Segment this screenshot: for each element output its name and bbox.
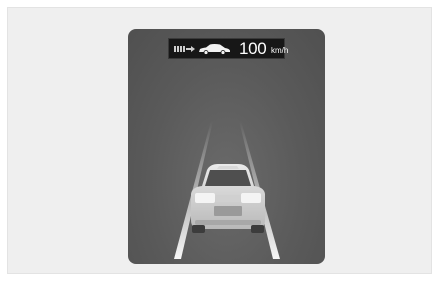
instrument-cluster: 100 km/h — [128, 29, 325, 264]
own-vehicle-rear-view — [191, 164, 265, 233]
